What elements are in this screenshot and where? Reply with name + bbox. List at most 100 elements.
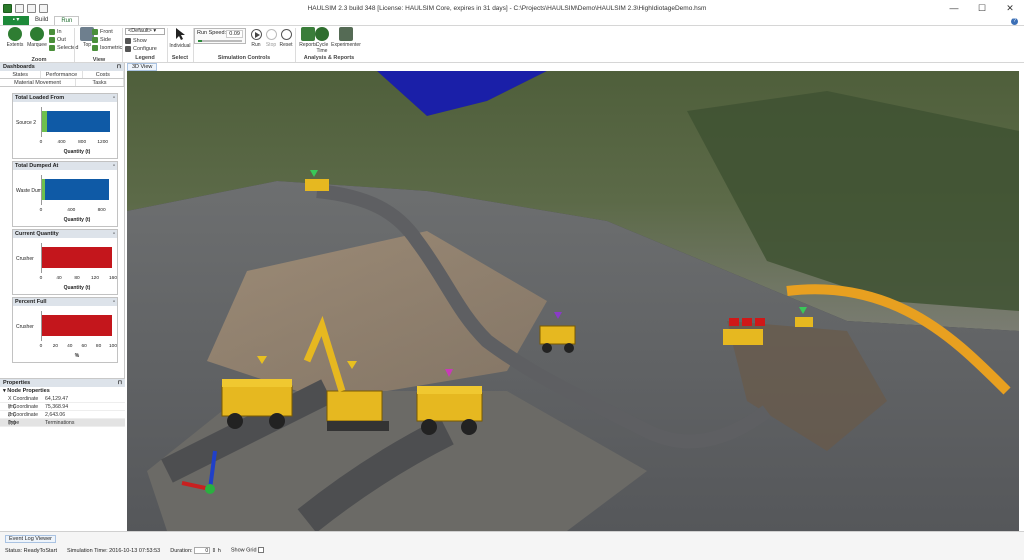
bar-plot-area: [41, 107, 113, 137]
maximize-button[interactable]: ☐: [968, 3, 996, 14]
zoom-selected-icon: [49, 45, 55, 51]
status-line: Status: ReadyToStart Simulation Time: 20…: [5, 547, 265, 554]
isometric-view-icon: [92, 45, 98, 51]
view-isometric-button[interactable]: Isometric: [92, 44, 122, 52]
legend-combo[interactable]: <Default> ▾: [125, 28, 165, 35]
pin-icon[interactable]: ⊓: [117, 63, 121, 71]
reset-button[interactable]: Reset: [278, 29, 294, 53]
tick-label: 0: [39, 344, 43, 349]
tick-label: 0: [39, 140, 43, 145]
cursor-arrow-icon: [176, 28, 185, 40]
properties-header: Properties ⊓: [0, 379, 125, 387]
undo-icon[interactable]: [27, 3, 36, 13]
zoom-marquee-button[interactable]: Marquee: [25, 27, 49, 53]
file-menu-button[interactable]: ▪ ▾: [3, 16, 29, 25]
property-row[interactable]: Type Terminations: [0, 419, 125, 427]
tick-label: 40: [67, 344, 73, 349]
run-speed-value[interactable]: 0.09: [226, 30, 243, 38]
tab-run[interactable]: Run: [54, 16, 80, 25]
run-speed-control[interactable]: Run Speed: 0.09: [194, 28, 246, 44]
view-front-button[interactable]: Front: [92, 28, 113, 36]
close-button[interactable]: ✕: [996, 3, 1024, 14]
bar[interactable]: [46, 111, 110, 132]
bar[interactable]: [42, 315, 112, 336]
property-row[interactable]: Y Coordinate (m) 75,368.94: [0, 403, 125, 418]
bar-plot-area: [41, 243, 113, 273]
zoom-extents-button[interactable]: Extents: [3, 27, 27, 53]
run-speed-slider[interactable]: [198, 40, 242, 42]
tick-label: 100: [108, 344, 118, 349]
card-title: Percent Full ▫: [13, 298, 117, 306]
mine-scene[interactable]: [127, 71, 1019, 531]
experimenter-icon: [339, 27, 353, 41]
reset-icon: [280, 29, 292, 40]
bar[interactable]: [42, 247, 112, 268]
x-axis-title: %: [74, 353, 80, 359]
title-bar: HAULSIM 2.3 build 348 [License: HAULSIM …: [0, 0, 1024, 16]
card-menu-icon[interactable]: ▫: [113, 162, 115, 170]
save-icon[interactable]: [15, 3, 24, 13]
tab-costs[interactable]: Costs: [83, 71, 124, 78]
ribbon: Extents Marquee In Out Selected Zoom Top…: [0, 25, 1024, 63]
tick-label: 800: [97, 208, 106, 213]
card-menu-icon[interactable]: ▫: [113, 94, 115, 102]
select-individual-button[interactable]: Individual: [168, 27, 192, 53]
redo-icon[interactable]: [39, 3, 48, 13]
status-text: Status: ReadyToStart: [5, 547, 57, 554]
tab-material-movement[interactable]: Material Movement: [0, 79, 77, 86]
card-menu-icon[interactable]: ▫: [113, 298, 115, 306]
simulation-time: Simulation Time: 2016-10-13 07:53:53: [66, 547, 161, 554]
quick-access-toolbar: [0, 3, 80, 13]
tab-build[interactable]: Build: [29, 16, 54, 25]
property-row[interactable]: X Coordinate (m) 64,129.47: [0, 395, 125, 410]
simulation-group-label: Simulation Controls: [217, 55, 271, 61]
zoom-marquee-icon: [30, 27, 44, 41]
tick-label: 0: [39, 208, 43, 213]
legend-configure-button[interactable]: Configure: [125, 45, 157, 53]
tab-tasks[interactable]: Tasks: [76, 79, 124, 86]
window-controls: — ☐ ✕: [934, 3, 1024, 14]
show-grid: Show Grid: [231, 547, 265, 554]
tick-label: 1200: [97, 140, 109, 145]
stop-button[interactable]: Stop: [263, 29, 279, 53]
bar[interactable]: [45, 179, 110, 200]
bar-chart: Waste Dump 0 400 800 Quantity (t): [13, 170, 117, 226]
duration-input[interactable]: 0: [194, 547, 211, 554]
cycle-time-icon: [315, 27, 329, 41]
bar-plot-area: [41, 311, 113, 341]
pin-icon[interactable]: ⊓: [118, 379, 122, 387]
side-view-icon: [92, 37, 98, 43]
tab-performance[interactable]: Performance: [41, 71, 83, 78]
view-side-button[interactable]: Side: [92, 36, 111, 44]
bar-chart: Crusher 0 40 80 120 160 Quantity (t): [13, 238, 117, 294]
show-icon: [125, 38, 131, 44]
zoom-in-button[interactable]: In: [49, 28, 62, 36]
status-bar: Event Log Viewer Status: ReadyToStart Si…: [0, 531, 1024, 560]
ribbon-tab-strip: ▪ ▾ Build Run ?: [0, 16, 1024, 25]
node-properties-category[interactable]: ▾ Node Properties: [0, 387, 125, 395]
tick-label: 40: [56, 276, 62, 281]
configure-icon: [125, 46, 131, 52]
zoom-out-button[interactable]: Out: [49, 36, 66, 44]
app-logo-icon[interactable]: [3, 3, 12, 13]
property-row[interactable]: Z Coordinate (m) 2,643.06: [0, 411, 125, 426]
tab-3d-view[interactable]: 3D View: [127, 63, 158, 71]
experimenter-button[interactable]: Experimenter: [331, 27, 361, 53]
tab-states[interactable]: States: [0, 71, 42, 78]
cycle-time-button[interactable]: Cycle Time: [312, 27, 332, 54]
dashboard-card: Total Loaded From ▫ Source 2 0 400 800 1200 Qua…: [12, 93, 118, 159]
analysis-group-label: Analysis & Reports: [303, 55, 355, 61]
3d-viewport[interactable]: [127, 71, 1019, 531]
haul-truck[interactable]: [723, 318, 765, 345]
bar-chart: Crusher 0 20 40 60 80 100%: [13, 306, 117, 362]
legend-show-button[interactable]: Show: [125, 37, 147, 45]
dashboard-card: Percent Full ▫ Crusher 0 20 40 60 80 100%: [12, 297, 118, 363]
help-icon[interactable]: ?: [1011, 18, 1018, 25]
run-button[interactable]: Run: [248, 29, 264, 53]
show-grid-checkbox[interactable]: [258, 547, 265, 554]
duration-spinner-icon[interactable]: ⇕: [212, 548, 217, 554]
minimize-button[interactable]: —: [940, 3, 968, 14]
event-log-viewer-tab[interactable]: Event Log Viewer: [5, 535, 57, 543]
card-menu-icon[interactable]: ▫: [113, 230, 115, 238]
card-title: Current Quantity ▫: [13, 230, 117, 238]
